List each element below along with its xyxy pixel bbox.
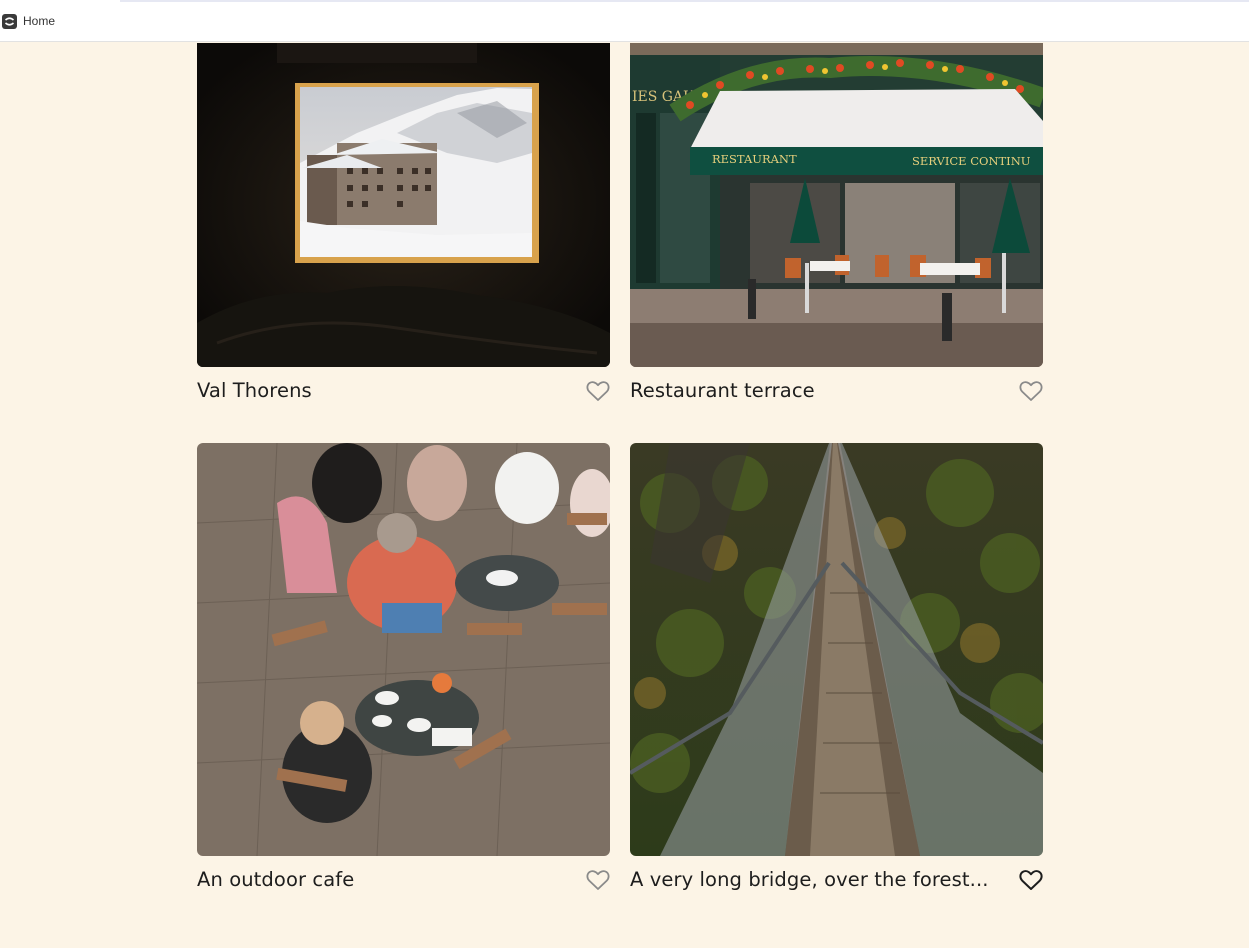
card-photo[interactable]: [197, 43, 610, 367]
val-thorens-photo: [197, 43, 610, 367]
awning-right-text: SERVICE CONTINU: [912, 154, 1031, 168]
card-photo[interactable]: [630, 443, 1043, 856]
card-photo[interactable]: [197, 443, 610, 856]
card-title: A very long bridge, over the forest...: [630, 868, 989, 891]
top-bar-accent-line: [120, 0, 1249, 2]
top-bar: Home: [0, 0, 1249, 42]
card-photo[interactable]: IES GAUBERT RESTAURANT SERVICE CONTINU: [630, 43, 1043, 367]
heart-icon[interactable]: [1019, 869, 1043, 891]
heart-icon[interactable]: [586, 869, 610, 891]
card-title: An outdoor cafe: [197, 868, 355, 891]
card-title: Val Thorens: [197, 379, 312, 402]
home-link[interactable]: Home: [2, 14, 55, 29]
awning-left-text: RESTAURANT: [712, 152, 797, 166]
restaurant-terrace-photo: IES GAUBERT RESTAURANT SERVICE CONTINU: [630, 43, 1043, 367]
card-title: Restaurant terrace: [630, 379, 815, 402]
app-logo-icon: [2, 14, 17, 29]
heart-icon[interactable]: [1019, 380, 1043, 402]
outdoor-cafe-photo: [197, 443, 610, 856]
home-label: Home: [23, 14, 56, 28]
heart-icon[interactable]: [586, 380, 610, 402]
long-bridge-photo: [630, 443, 1043, 856]
